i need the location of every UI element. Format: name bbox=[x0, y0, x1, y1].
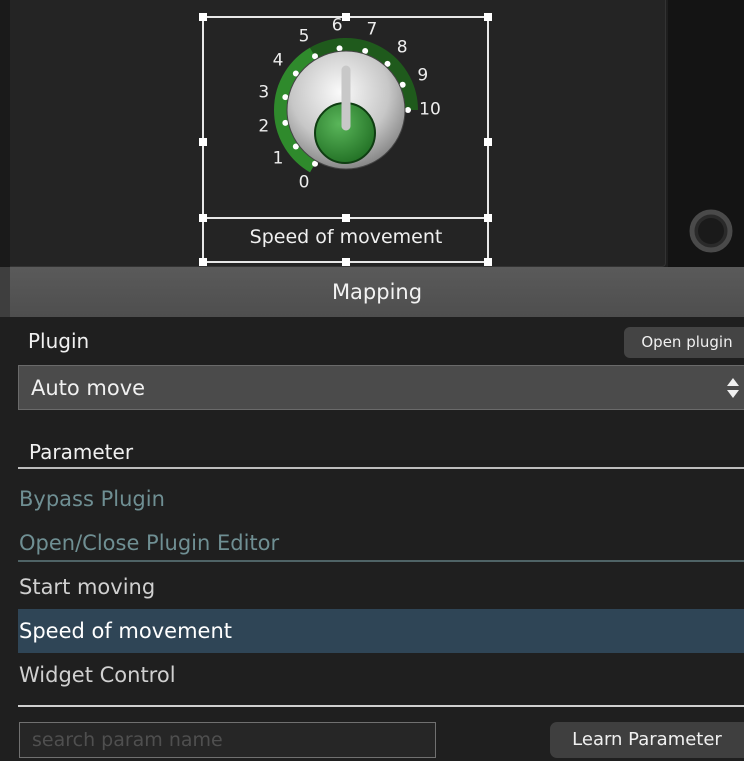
plugin-label: Plugin bbox=[28, 329, 90, 353]
knob-scale-label: 8 bbox=[396, 37, 408, 58]
param-item-start-moving[interactable]: Start moving bbox=[18, 565, 744, 609]
knob-tick-dot bbox=[282, 119, 289, 126]
knob-scale-label: 9 bbox=[417, 65, 429, 86]
param-item-speed-of-movement[interactable]: Speed of movement bbox=[18, 609, 744, 653]
knob-scale-label: 7 bbox=[366, 19, 378, 40]
knob-scale-label: 3 bbox=[258, 82, 270, 103]
open-plugin-button[interactable]: Open plugin bbox=[624, 327, 744, 358]
param-item-bypass-plugin[interactable]: Bypass Plugin bbox=[18, 477, 744, 521]
knob-tick-dot bbox=[405, 107, 411, 113]
knob-scale-label: 1 bbox=[272, 148, 284, 169]
plugin-select[interactable]: Auto move bbox=[18, 365, 744, 410]
knob-scale-label: 6 bbox=[331, 15, 343, 36]
list-bottom-divider bbox=[18, 705, 744, 707]
knob-scale-label: 5 bbox=[298, 26, 310, 47]
mapping-header-edge bbox=[0, 267, 10, 317]
param-item-widget-control[interactable]: Widget Control bbox=[18, 653, 744, 697]
search-param-input[interactable] bbox=[19, 722, 436, 758]
parameter-divider bbox=[18, 467, 744, 469]
knob-tick-dot bbox=[282, 94, 289, 101]
knob-tick-dot bbox=[336, 45, 343, 52]
plugin-select-value: Auto move bbox=[31, 376, 146, 400]
partial-knob-icon[interactable] bbox=[686, 206, 736, 256]
widget-label: Speed of movement bbox=[249, 226, 443, 248]
knob-scale-label: 10 bbox=[419, 99, 441, 120]
knob-scale-label: 2 bbox=[258, 116, 270, 137]
disabled-section-divider bbox=[18, 560, 744, 562]
param-item-open-close-plugin-editor[interactable]: Open/Close Plugin Editor bbox=[18, 521, 744, 565]
knob-scale-label: 0 bbox=[298, 172, 310, 193]
knob-scale-label: 4 bbox=[272, 50, 284, 71]
mapping-header: Mapping bbox=[10, 267, 744, 317]
learn-parameter-button[interactable]: Learn Parameter bbox=[550, 722, 744, 758]
left-gutter bbox=[0, 0, 10, 267]
parameter-label: Parameter bbox=[29, 440, 134, 464]
select-arrows-icon bbox=[727, 378, 739, 398]
